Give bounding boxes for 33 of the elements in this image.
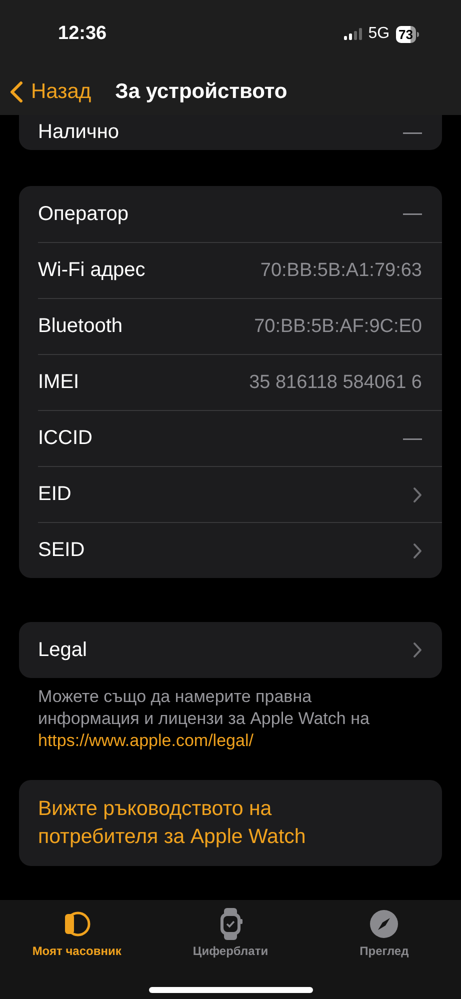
screen-title: За устройството	[115, 80, 288, 104]
row-label: ICCID	[38, 427, 94, 450]
row-label: Legal	[38, 638, 88, 662]
row-label: Wi-Fi адрес	[38, 259, 146, 282]
signal-icon	[344, 28, 362, 40]
row-value: —	[403, 428, 422, 450]
row-value: 35 816118 584061 6	[249, 372, 422, 394]
watch-icon	[218, 908, 242, 940]
chevron-icon	[413, 642, 422, 658]
back-button[interactable]: Назад	[10, 80, 92, 104]
user-guide-button[interactable]: Вижте ръководството на потребителя за Apple Watch	[19, 780, 442, 866]
row-value: 70:BB:5B:AF:9C:E0	[254, 316, 422, 338]
time: 12:36	[58, 23, 108, 45]
chevron-icon	[413, 486, 422, 502]
tab-button[interactable]: Циферблати	[154, 908, 308, 958]
row-value: —	[403, 122, 422, 144]
row-label: Bluetooth	[38, 315, 124, 338]
footer-note: Можете също да намерите правна информация и лицензи за Apple Watch на https://www.apple.com/legal/	[38, 686, 370, 752]
row-label: IMEI	[38, 371, 80, 394]
battery-level: 73	[396, 26, 416, 42]
row-value: —	[403, 203, 422, 225]
row-label: EID	[38, 483, 72, 506]
chevron-icon	[413, 542, 422, 558]
row-label: Налично	[38, 121, 120, 144]
tab-button[interactable]: Моят часовник	[0, 908, 154, 958]
row-value: 70:BB:5B:A1:79:63	[260, 260, 422, 282]
network-type: 5G	[368, 25, 390, 43]
legal-link[interactable]: https://www.apple.com/legal/	[38, 731, 254, 750]
compass-icon	[370, 910, 398, 938]
back-chevron-icon	[10, 80, 23, 102]
row-label: SEID	[38, 539, 86, 562]
row-label: Оператор	[38, 202, 130, 226]
tab-button[interactable]: Преглед	[307, 908, 461, 958]
